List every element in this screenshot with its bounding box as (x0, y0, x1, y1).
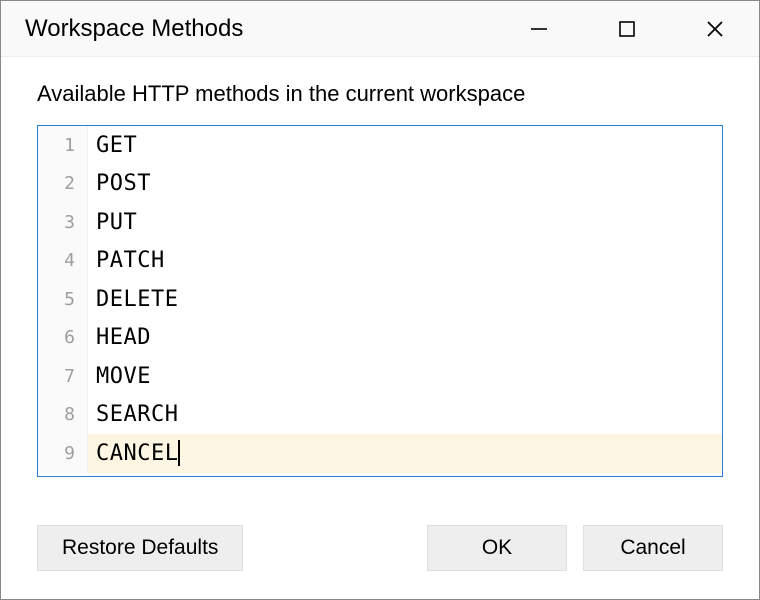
editor-line[interactable]: 4PATCH (38, 242, 722, 281)
line-text[interactable]: MOVE (88, 357, 151, 396)
editor-line[interactable]: 6HEAD (38, 319, 722, 358)
editor-line[interactable]: 5DELETE (38, 280, 722, 319)
restore-defaults-button[interactable]: Restore Defaults (37, 525, 243, 571)
line-number: 8 (38, 396, 88, 435)
line-number: 7 (38, 357, 88, 396)
line-text[interactable]: CANCEL (88, 434, 180, 473)
line-number: 6 (38, 319, 88, 358)
line-text[interactable]: GET (88, 126, 137, 165)
minimize-button[interactable] (495, 1, 583, 56)
line-text[interactable]: DELETE (88, 280, 178, 319)
editor-line[interactable]: 9CANCEL (38, 434, 722, 473)
dialog-window: Workspace Methods Available HTTP methods… (0, 0, 760, 600)
editor-line[interactable]: 8SEARCH (38, 396, 722, 435)
button-spacer (259, 525, 411, 571)
line-number: 4 (38, 242, 88, 281)
close-button[interactable] (671, 1, 759, 56)
ok-button[interactable]: OK (427, 525, 567, 571)
editor-line[interactable]: 7MOVE (38, 357, 722, 396)
line-text[interactable]: SEARCH (88, 396, 178, 435)
line-text[interactable]: PATCH (88, 242, 165, 281)
text-caret (178, 440, 180, 466)
dialog-title: Workspace Methods (25, 15, 495, 43)
close-icon (705, 19, 725, 39)
editor-line[interactable]: 2POST (38, 165, 722, 204)
line-number: 9 (38, 434, 88, 473)
line-number: 1 (38, 126, 88, 165)
description-text: Available HTTP methods in the current wo… (37, 81, 723, 107)
editor-line[interactable]: 3PUT (38, 203, 722, 242)
button-row: Restore Defaults OK Cancel (1, 501, 759, 599)
window-controls (495, 1, 759, 56)
maximize-icon (617, 19, 637, 39)
titlebar: Workspace Methods (1, 1, 759, 57)
line-number: 2 (38, 165, 88, 204)
minimize-icon (529, 19, 549, 39)
maximize-button[interactable] (583, 1, 671, 56)
line-number: 5 (38, 280, 88, 319)
line-text[interactable]: PUT (88, 203, 137, 242)
line-text[interactable]: HEAD (88, 319, 151, 358)
dialog-content: Available HTTP methods in the current wo… (1, 57, 759, 501)
cancel-button[interactable]: Cancel (583, 525, 723, 571)
line-number: 3 (38, 203, 88, 242)
methods-editor[interactable]: 1GET2POST3PUT4PATCH5DELETE6HEAD7MOVE8SEA… (37, 125, 723, 477)
editor-line[interactable]: 1GET (38, 126, 722, 165)
line-text[interactable]: POST (88, 165, 151, 204)
